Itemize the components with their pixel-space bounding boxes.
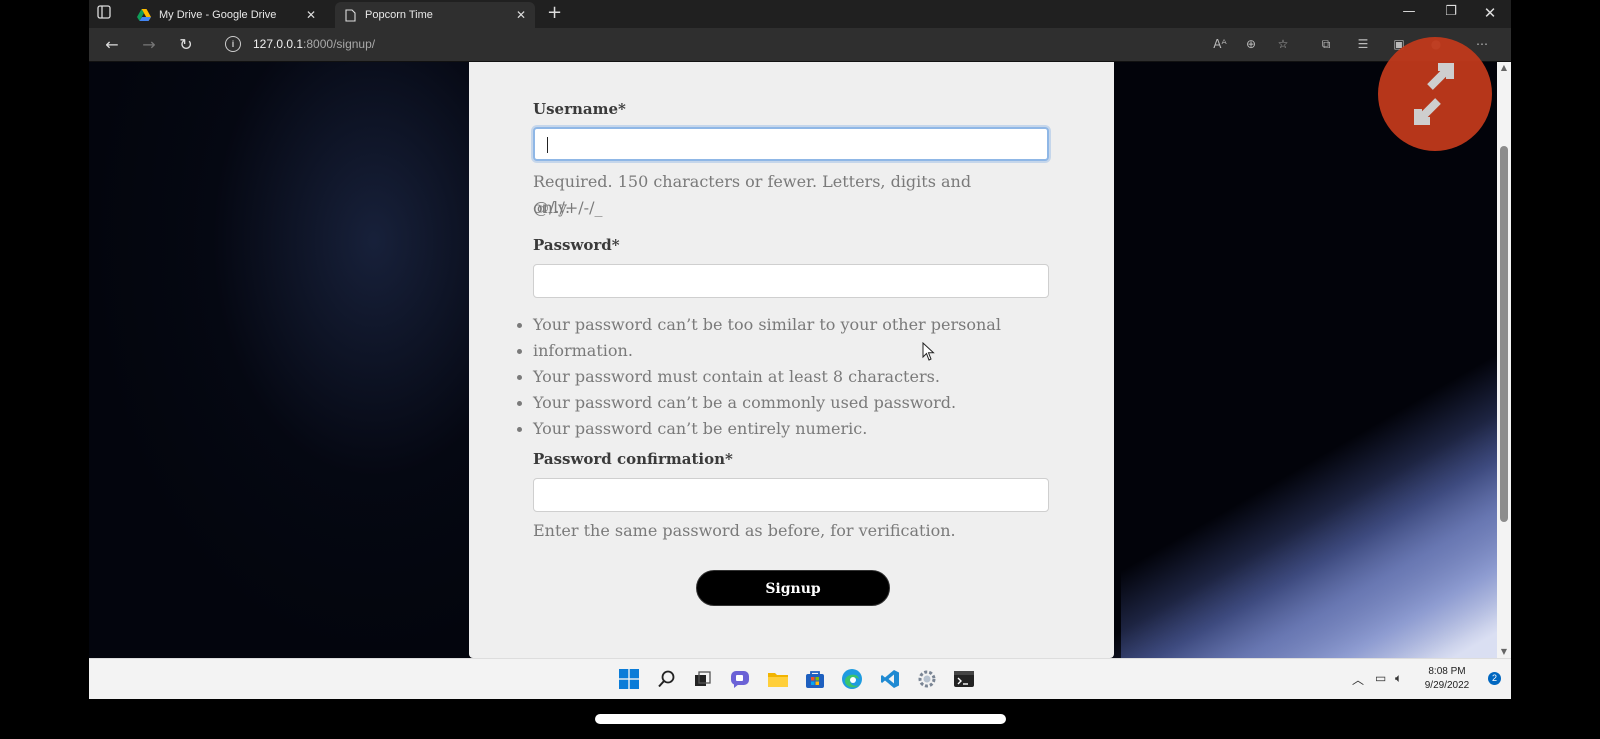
edge-browser-icon[interactable] — [841, 668, 863, 690]
file-explorer-icon[interactable] — [767, 668, 789, 690]
tab-popcorn-time[interactable]: Popcorn Time ✕ — [335, 2, 535, 28]
google-drive-icon — [137, 8, 151, 22]
settings-gear-icon[interactable] — [916, 668, 938, 690]
favorites-icon[interactable]: ☰ — [1354, 37, 1372, 53]
system-clock[interactable]: 8:08 PM 9/29/2022 — [1417, 665, 1477, 693]
network-icon[interactable]: ▭ — [1375, 671, 1386, 685]
search-icon[interactable] — [656, 668, 678, 690]
tab-label: Popcorn Time — [365, 9, 433, 21]
background-light-beam-secondary — [1111, 62, 1501, 658]
windows-taskbar: ︿ ▭ 🔈︎ 8:08 PM 9/29/2022 2 — [89, 658, 1511, 699]
username-input[interactable] — [533, 127, 1049, 161]
microsoft-store-icon[interactable] — [804, 668, 826, 690]
windows-start-icon[interactable] — [618, 668, 640, 690]
task-view-icon[interactable] — [692, 668, 714, 690]
tab-google-drive[interactable]: My Drive - Google Drive ✕ — [129, 2, 325, 28]
clock-time: 8:08 PM — [1428, 666, 1466, 677]
desktop-screen: My Drive - Google Drive ✕ Popcorn Time ✕… — [89, 0, 1511, 699]
site-info-icon[interactable]: i — [225, 36, 241, 52]
signup-button[interactable]: Signup — [696, 570, 890, 606]
minimize-icon[interactable]: — — [1399, 4, 1419, 19]
password-confirmation-help: Enter the same password as before, for v… — [533, 521, 956, 540]
add-favorite-icon[interactable]: ☆ — [1274, 37, 1292, 53]
show-hidden-icons-icon[interactable]: ︿ — [1352, 671, 1364, 688]
restore-icon[interactable]: ❐ — [1441, 4, 1461, 19]
page-icon — [343, 8, 357, 22]
browser-tab-bar: My Drive - Google Drive ✕ Popcorn Time ✕… — [89, 0, 1511, 28]
url-path: :8000/signup/ — [303, 37, 376, 51]
password-rules-list: Your password can’t be too similar to yo… — [517, 312, 1053, 442]
list-item: Your password can’t be entirely numeric. — [517, 416, 1053, 442]
tab-label: My Drive - Google Drive — [159, 9, 277, 21]
browser-toolbar: ← → ↻ i 127.0.0.1:8000/signup/ Aᴬ ⊕ ☆ ⧉ … — [89, 28, 1511, 62]
mouse-pointer-icon — [922, 342, 935, 361]
scrollbar-thumb[interactable] — [1500, 146, 1508, 522]
close-tab-icon[interactable]: ✕ — [513, 8, 529, 22]
list-item-continuation: information. — [517, 338, 1053, 364]
read-aloud-icon[interactable]: Aᴬ — [1211, 37, 1229, 53]
signup-form-card: Username* Required. 150 characters or fe… — [469, 62, 1114, 658]
background-left — [89, 62, 469, 658]
rule-continuation-text: information. — [533, 341, 633, 360]
username-help-line2: only. — [533, 198, 571, 217]
scroll-down-icon[interactable]: ▼ — [1497, 646, 1511, 658]
password-label: Password* — [533, 236, 620, 254]
close-tab-icon[interactable]: ✕ — [303, 8, 319, 22]
address-bar[interactable]: i 127.0.0.1:8000/signup/ — [217, 32, 1167, 56]
new-tab-icon[interactable]: + — [547, 4, 562, 22]
list-item: Your password can’t be a commonly used p… — [517, 390, 1053, 416]
password-confirmation-input[interactable] — [533, 478, 1049, 512]
remote-desktop-badge[interactable] — [1378, 37, 1492, 151]
scroll-up-icon[interactable]: ▲ — [1497, 62, 1511, 74]
page-viewport: Username* Required. 150 characters or fe… — [89, 62, 1511, 658]
remote-desktop-icon — [1414, 63, 1454, 125]
chat-icon[interactable] — [729, 668, 751, 690]
tab-actions-icon[interactable] — [97, 5, 115, 23]
extensions-icon[interactable]: ⧉ — [1317, 37, 1335, 53]
vscode-icon[interactable] — [879, 668, 901, 690]
refresh-icon[interactable]: ↻ — [175, 34, 197, 56]
close-window-icon[interactable]: ✕ — [1480, 4, 1500, 22]
home-indicator[interactable] — [595, 714, 1006, 724]
volume-icon[interactable]: 🔈︎ — [1395, 671, 1402, 686]
text-caret — [547, 137, 548, 153]
url-host: 127.0.0.1 — [253, 37, 304, 51]
zoom-icon[interactable]: ⊕ — [1242, 37, 1260, 53]
password-input[interactable] — [533, 264, 1049, 298]
back-icon[interactable]: ← — [101, 34, 123, 56]
password-confirmation-label: Password confirmation* — [533, 450, 733, 468]
page-scrollbar[interactable]: ▲ ▼ — [1497, 62, 1511, 658]
notification-badge[interactable]: 2 — [1488, 672, 1501, 685]
username-label: Username* — [533, 100, 626, 118]
list-item: Your password must contain at least 8 ch… — [517, 364, 1053, 390]
terminal-icon[interactable] — [953, 668, 975, 690]
forward-icon[interactable]: → — [138, 34, 160, 56]
clock-date: 9/29/2022 — [1424, 680, 1470, 691]
list-item: Your password can’t be too similar to yo… — [517, 312, 1053, 338]
